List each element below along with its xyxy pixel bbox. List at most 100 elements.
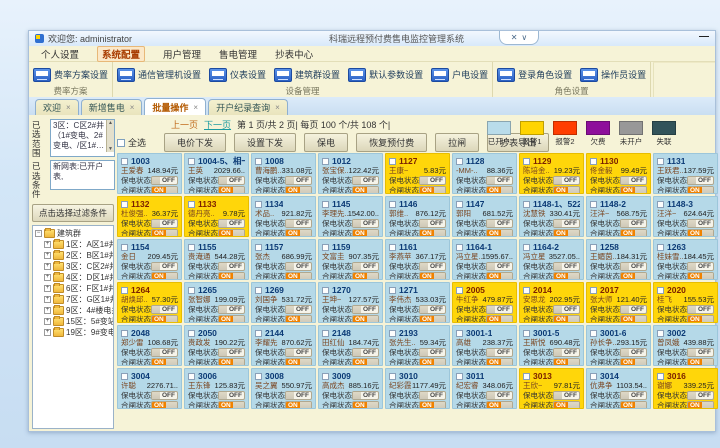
- meter-card[interactable]: 1258 王媚茵.. 184.31元 保电状态 OFF 合闸: [586, 239, 651, 280]
- meter-checkbox[interactable]: [590, 287, 597, 294]
- meter-card[interactable]: 1148-3 汪洋~ 624.64元 保电状态 OFF 合闸: [653, 196, 718, 237]
- document-tab[interactable]: 欢迎×: [35, 99, 79, 115]
- keep-power-toggle[interactable]: OFF: [486, 176, 513, 185]
- meter-checkbox[interactable]: [322, 201, 329, 208]
- meter-checkbox[interactable]: [255, 287, 262, 294]
- selected-condition-box[interactable]: 新网表:已开户 表,: [50, 160, 115, 190]
- meter-card[interactable]: 2014 安思龙 202.95元 保电状态 OFF 合闸状态: [519, 282, 584, 323]
- keep-power-toggle[interactable]: OFF: [419, 391, 446, 400]
- tree-item[interactable]: + 15区：5#变站（3#变…: [35, 316, 113, 327]
- close-tab-icon[interactable]: ×: [130, 103, 135, 112]
- meter-checkbox[interactable]: [389, 373, 396, 380]
- meter-card[interactable]: 3013 王欣~ 97.81元 保电状态 OFF 合闸状态: [519, 368, 584, 409]
- meter-card[interactable]: 1128 -MM-.. 88.36元 保电状态 OFF 合闸: [452, 153, 517, 194]
- switch-toggle[interactable]: ON: [553, 186, 580, 195]
- meter-card[interactable]: 2148 田红仙 184.74元 保电状态 OFF 合闸状态: [318, 325, 383, 366]
- meter-checkbox[interactable]: [523, 158, 530, 165]
- meter-card[interactable]: 1148-1、522 沈慧铁 330.41元 保电状态 OFF: [519, 196, 584, 237]
- switch-toggle[interactable]: ON: [151, 186, 178, 195]
- ribbon-button[interactable]: 默认参数设置: [348, 68, 423, 82]
- meter-card[interactable]: 1145 李理先.. 1542.00.. 保电状态 OFF: [318, 196, 383, 237]
- meter-checkbox[interactable]: [456, 244, 463, 251]
- meter-card[interactable]: 3011 纪宏睿 348.06元 保电状态 OFF 合闸状态: [452, 368, 517, 409]
- meter-card[interactable]: 1129 陈培金.. 19.23元 保电状态 OFF 合闸状: [519, 153, 584, 194]
- switch-toggle[interactable]: ON: [553, 272, 580, 281]
- meter-checkbox[interactable]: [188, 244, 195, 251]
- switch-toggle[interactable]: ON: [486, 358, 513, 367]
- meter-checkbox[interactable]: [389, 158, 396, 165]
- meter-card[interactable]: 1004-5、相一 王英 2029.66.. 保电状态 OFF: [184, 153, 249, 194]
- meter-checkbox[interactable]: [121, 244, 128, 251]
- meter-card[interactable]: 1012 张宝保.. 122.42元 保电状态 OFF 合闸: [318, 153, 383, 194]
- menu-item[interactable]: 系统配置: [97, 46, 145, 62]
- keep-power-toggle[interactable]: OFF: [486, 305, 513, 314]
- document-tab[interactable]: 开户纪录查询×: [208, 99, 288, 115]
- expand-node-icon[interactable]: +: [44, 263, 51, 270]
- meter-card[interactable]: 3010 纪彩霞.. 1177.49元 保电状态 OFF 合: [385, 368, 450, 409]
- switch-toggle[interactable]: ON: [151, 358, 178, 367]
- switch-toggle[interactable]: ON: [218, 229, 245, 238]
- expand-node-icon[interactable]: +: [44, 241, 51, 248]
- switch-toggle[interactable]: ON: [486, 272, 513, 281]
- collapse-node-icon[interactable]: −: [35, 230, 42, 237]
- keep-power-toggle[interactable]: OFF: [285, 305, 312, 314]
- switch-toggle[interactable]: ON: [285, 358, 312, 367]
- meter-checkbox[interactable]: [657, 201, 664, 208]
- meter-card[interactable]: 1155 贵淹通 544.28元 保电状态 OFF 合闸状态: [184, 239, 249, 280]
- meter-checkbox[interactable]: [590, 373, 597, 380]
- keep-power-toggle[interactable]: OFF: [620, 305, 647, 314]
- meter-checkbox[interactable]: [389, 287, 396, 294]
- keep-power-toggle[interactable]: OFF: [151, 219, 178, 228]
- meter-checkbox[interactable]: [322, 373, 329, 380]
- meter-card[interactable]: 3001-1 高雄 238.37元 保电状态 OFF 合闸状: [452, 325, 517, 366]
- keep-power-toggle[interactable]: OFF: [419, 176, 446, 185]
- document-tab[interactable]: 批量操作×: [144, 98, 206, 115]
- meter-card[interactable]: 1159 文富圭 907.35元 保电状态 OFF 合闸状态: [318, 239, 383, 280]
- tree-item[interactable]: + 1区：A区1#井: [35, 239, 113, 250]
- meter-checkbox[interactable]: [188, 330, 195, 337]
- keep-power-toggle[interactable]: OFF: [419, 305, 446, 314]
- meter-checkbox[interactable]: [657, 158, 664, 165]
- switch-toggle[interactable]: ON: [553, 315, 580, 324]
- keep-power-toggle[interactable]: OFF: [218, 305, 245, 314]
- switch-toggle[interactable]: ON: [285, 315, 312, 324]
- select-all[interactable]: 全选: [117, 136, 146, 149]
- meter-checkbox[interactable]: [456, 373, 463, 380]
- close-tab-icon[interactable]: ×: [193, 103, 198, 112]
- switch-toggle[interactable]: ON: [218, 315, 245, 324]
- switch-toggle[interactable]: ON: [486, 401, 513, 410]
- meter-card[interactable]: 1157 张杰 686.99元 保电状态 OFF 合闸状态: [251, 239, 316, 280]
- meter-card[interactable]: 1134 术品.. 921.82元 保电状态 OFF 合闸状: [251, 196, 316, 237]
- collapse-ribbon-icon[interactable]: ∨: [521, 33, 527, 42]
- switch-toggle[interactable]: ON: [218, 358, 245, 367]
- meter-checkbox[interactable]: [188, 158, 195, 165]
- meter-checkbox[interactable]: [121, 158, 128, 165]
- meter-card[interactable]: 1003 王爱春 148.94元 保电状态 OFF 合闸状态: [117, 153, 182, 194]
- switch-toggle[interactable]: ON: [553, 358, 580, 367]
- meter-card[interactable]: 2020 桂飞 155.53元 保电状态 OFF 合闸状态: [653, 282, 718, 323]
- keep-power-toggle[interactable]: OFF: [687, 262, 714, 271]
- style-icon[interactable]: ✕: [511, 33, 518, 42]
- choose-filter-button[interactable]: 点击选择过滤条件: [32, 204, 114, 222]
- keep-power-toggle[interactable]: OFF: [285, 219, 312, 228]
- switch-toggle[interactable]: ON: [285, 401, 312, 410]
- keep-power-toggle[interactable]: OFF: [687, 348, 714, 357]
- ribbon-button[interactable]: 操作员设置: [580, 68, 646, 82]
- meter-card[interactable]: 3006 王东锋 125.83元 保电状态 OFF 合闸状态: [184, 368, 249, 409]
- meter-checkbox[interactable]: [322, 330, 329, 337]
- switch-toggle[interactable]: ON: [218, 272, 245, 281]
- keep-power-toggle[interactable]: OFF: [486, 219, 513, 228]
- meter-card[interactable]: 1161 李燕苹 367.17元 保电状态 OFF 合闸状态: [385, 239, 450, 280]
- switch-toggle[interactable]: ON: [687, 315, 714, 324]
- keep-power-toggle[interactable]: OFF: [553, 305, 580, 314]
- meter-card[interactable]: 1131 王跃君.. 137.59元 保电状态 OFF 合闸: [653, 153, 718, 194]
- switch-toggle[interactable]: ON: [419, 186, 446, 195]
- meter-card[interactable]: 1265 张智娜 199.09元 保电状态 OFF 合闸状态: [184, 282, 249, 323]
- meter-card[interactable]: 3016 谢娜 339.25元 保电状态 OFF 合闸状态: [653, 368, 718, 409]
- keep-power-toggle[interactable]: OFF: [553, 176, 580, 185]
- keep-power-toggle[interactable]: OFF: [620, 219, 647, 228]
- select-all-checkbox[interactable]: [117, 139, 125, 147]
- meter-checkbox[interactable]: [121, 201, 128, 208]
- meter-card[interactable]: 1154 金日 209.45元 保电状态 OFF 合闸状态: [117, 239, 182, 280]
- meter-card[interactable]: 2017 张大师 121.40元 保电状态 OFF 合闸状态: [586, 282, 651, 323]
